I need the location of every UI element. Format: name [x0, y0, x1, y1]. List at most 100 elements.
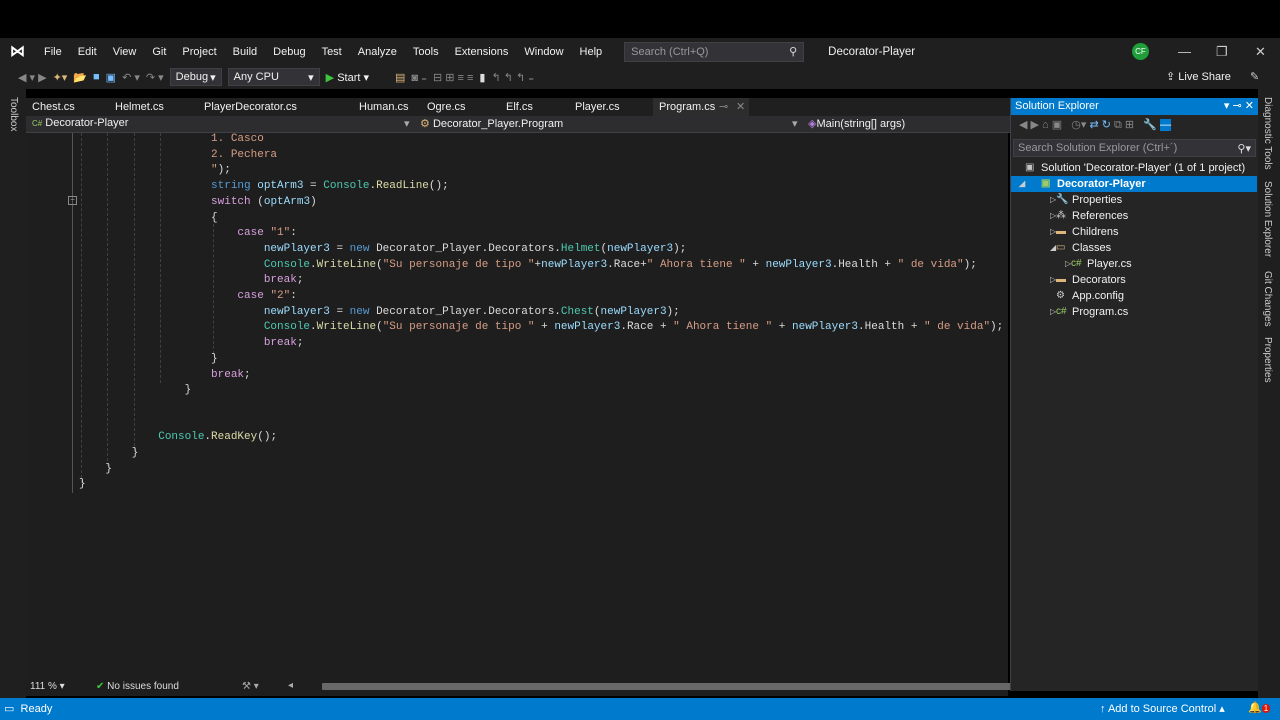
menu-analyze[interactable]: Analyze	[350, 46, 405, 58]
document-tabs: Chest.cs Helmet.cs PlayerDecorator.cs Hu…	[26, 98, 1010, 116]
code-token: +	[745, 258, 766, 271]
save-icon[interactable]: ■	[93, 71, 100, 83]
close-icon[interactable]: ✕	[1255, 44, 1266, 60]
avatar[interactable]: CF	[1132, 43, 1149, 60]
horizontal-scrollbar[interactable]	[322, 683, 1032, 690]
panel-controls[interactable]: ▾ ⊸ ✕	[1224, 99, 1254, 112]
code-token: new	[349, 305, 377, 318]
bookmark-nav-icons[interactable]: ↰ ↰ ↰ ₌	[491, 71, 534, 84]
tab-chest[interactable]: Chest.cs	[26, 98, 81, 116]
menu-git[interactable]: Git	[144, 46, 174, 58]
code-token: break	[79, 337, 297, 350]
menu-build[interactable]: Build	[225, 46, 265, 58]
code-token: newPlayer3	[607, 242, 674, 255]
search-icon: ⚲	[789, 45, 798, 58]
class-label: Decorator_Player.Program	[432, 118, 564, 130]
tree-item[interactable]: ▣ Solution 'Decorator-Player' (1 of 1 pro…	[1011, 160, 1257, 176]
code-line: }	[79, 351, 218, 367]
tab-helmet[interactable]: Helmet.cs	[109, 98, 170, 116]
menu-extensions[interactable]: Extensions	[447, 46, 517, 58]
code-token: newPlayer3	[554, 321, 621, 334]
restore-icon[interactable]: ❐	[1216, 44, 1228, 60]
tab-diagnostic-tools[interactable]: Diagnostic Tools	[1262, 97, 1273, 170]
menu-project[interactable]: Project	[174, 46, 224, 58]
platform-dropdown[interactable]: Any CPU ▾	[227, 68, 320, 86]
tree-item[interactable]: ◢ ▭ Classes	[1011, 240, 1257, 256]
tab-elf[interactable]: Elf.cs	[500, 98, 539, 116]
menu-help[interactable]: Help	[572, 46, 611, 58]
solution-search-input[interactable]: Search Solution Explorer (Ctrl+´) ⚲▾	[1013, 139, 1256, 157]
tab-git-changes[interactable]: Git Changes	[1262, 271, 1273, 327]
close-tab-icon[interactable]: ✕	[736, 98, 745, 116]
code-line: ");	[79, 162, 231, 178]
explorer-icon[interactable]: ▤	[395, 71, 405, 84]
tab-ogre[interactable]: Ogre.cs	[421, 98, 472, 116]
tab-player-decorator[interactable]: PlayerDecorator.cs	[198, 98, 303, 116]
feedback-icon[interactable]: ✎	[1250, 70, 1259, 83]
tree-item[interactable]: ⚙ App.config	[1011, 288, 1257, 304]
tree-item[interactable]: ▷ ▬ Childrens	[1011, 224, 1257, 240]
code-token: =	[303, 180, 324, 193]
code-line: string optArm3 = Console.ReadLine();	[79, 178, 449, 194]
code-line: }	[79, 382, 192, 398]
back-icon[interactable]: ◀ ▾ ▶	[18, 71, 47, 84]
nav-icons[interactable]: ◀ ▶ ⌂ ▣ ◷▾ ⇄ ↻ ⧉ ⊞ 🔧 —	[1019, 119, 1172, 131]
toolbox-tab[interactable]: Toolbox	[8, 97, 19, 131]
tree-item[interactable]: ◢ ▣ Decorator-Player	[1011, 176, 1257, 192]
open-icon[interactable]: 📂	[73, 71, 87, 84]
code-token: ;	[296, 337, 304, 350]
visual-studio-logo-icon: ⋈	[10, 42, 25, 60]
menu-bar: ⋈ File Edit View Git Project Build Debug…	[0, 38, 1280, 65]
bookmark-icon[interactable]: ▮	[479, 71, 485, 84]
tree-item[interactable]: ▷ ⁂ References	[1011, 208, 1257, 224]
tab-program-label: Program.cs	[659, 101, 716, 113]
tab-solution-explorer[interactable]: Solution Explorer	[1262, 181, 1273, 257]
tab-program[interactable]: Program.cs ⊸ ✕	[653, 98, 749, 116]
cleanup-icon[interactable]: ⚒ ▾	[242, 681, 259, 692]
member-dropdown[interactable]: ◈Main(string[] args)	[808, 117, 905, 130]
tree-item[interactable]: ▷ c# Player.cs	[1011, 256, 1257, 272]
undo-icon[interactable]: ↶ ▾	[122, 71, 140, 84]
pin-icon[interactable]: ⊸	[719, 98, 728, 116]
tab-properties[interactable]: Properties	[1262, 337, 1273, 383]
menu-test[interactable]: Test	[314, 46, 350, 58]
code-line: break;	[79, 335, 304, 351]
tree-item[interactable]: ▷ c# Program.cs	[1011, 304, 1257, 320]
code-token: 2. Pechera	[79, 148, 278, 161]
collapse-icon[interactable]: −	[68, 196, 77, 205]
code-token: ReadLine	[376, 180, 429, 193]
notifications-button[interactable]: 🔔 1	[1248, 701, 1271, 714]
expanded-arrow-icon[interactable]: ◢	[1019, 176, 1025, 192]
code-token: string	[79, 180, 258, 193]
code-line: newPlayer3 = new Decorator_Player.Decora…	[79, 304, 680, 320]
minimize-icon[interactable]: —	[1178, 44, 1191, 59]
zoom-dropdown[interactable]: 111 % ▾	[30, 681, 65, 692]
tree-item[interactable]: ▷ ▬ Decorators	[1011, 272, 1257, 288]
menu-file[interactable]: File	[36, 46, 70, 58]
menu-tools[interactable]: Tools	[405, 46, 447, 58]
browser-icon[interactable]: ◙ ₌	[411, 71, 427, 84]
live-share-button[interactable]: ⇪ Live Share	[1166, 70, 1231, 83]
tree-item[interactable]: ▷ 🔧 Properties	[1011, 192, 1257, 208]
issues-indicator[interactable]: ✔ No issues found	[96, 681, 179, 692]
menu-view[interactable]: View	[105, 46, 145, 58]
code-line: 2. Pechera	[79, 147, 277, 163]
code-token: +	[534, 321, 555, 334]
redo-icon[interactable]: ↷ ▾	[146, 71, 164, 84]
save-all-icon[interactable]: ▣	[106, 71, 116, 84]
start-button[interactable]: ▶ Start ▾	[326, 71, 369, 84]
new-project-icon[interactable]: ✦▾	[53, 71, 68, 84]
format-icons[interactable]: ⊟ ⊞ ≡ ≡	[433, 71, 473, 84]
scroll-left-icon[interactable]: ◂	[288, 680, 293, 691]
class-dropdown[interactable]: ⚙ Decorator_Player.Program ▾	[420, 117, 798, 130]
menu-window[interactable]: Window	[516, 46, 571, 58]
add-to-source-control-button[interactable]: ↑ Add to Source Control ▴	[1100, 702, 1225, 715]
project-dropdown[interactable]: C# Decorator-Player ▾	[32, 117, 410, 130]
configuration-dropdown[interactable]: Debug ▾	[169, 68, 222, 86]
menu-edit[interactable]: Edit	[70, 46, 105, 58]
search-input[interactable]: Search (Ctrl+Q) ⚲	[624, 41, 805, 62]
tab-human[interactable]: Human.cs	[353, 98, 415, 116]
code-token: WriteLine	[316, 258, 377, 271]
menu-debug[interactable]: Debug	[265, 46, 313, 58]
tab-player[interactable]: Player.cs	[569, 98, 626, 116]
